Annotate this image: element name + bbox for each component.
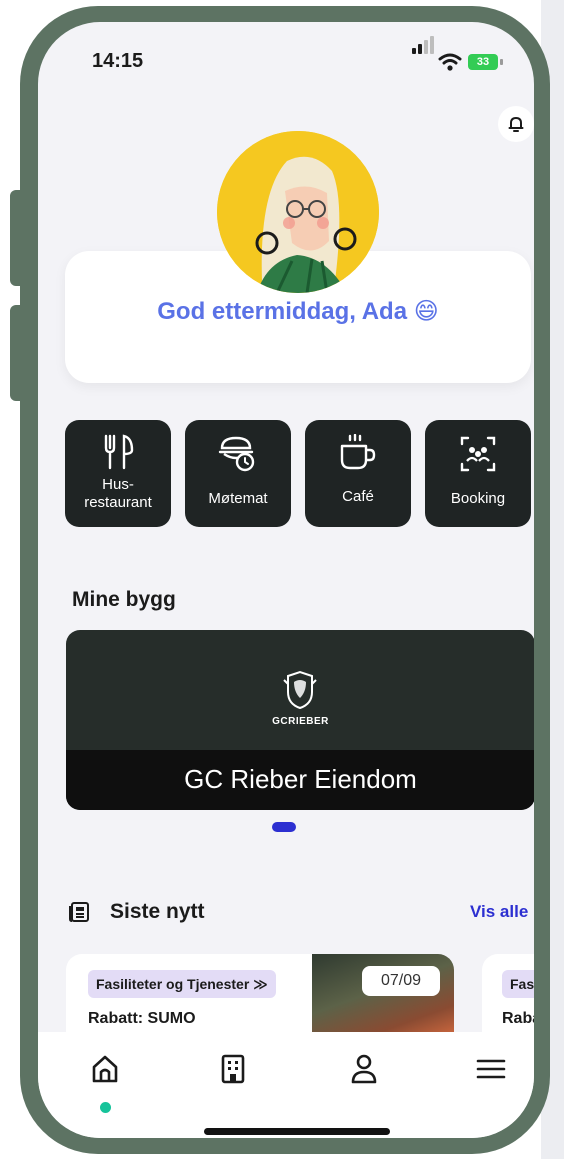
people-scan-icon xyxy=(460,436,496,472)
avatar-illustration xyxy=(217,131,379,293)
active-tab-indicator xyxy=(100,1102,111,1113)
building-logo-text: GCRIEBER xyxy=(272,716,329,727)
gc-rieber-crest-icon xyxy=(283,670,317,710)
news-category-chip: Fasiliteter og Tjenester ≫ xyxy=(88,970,276,998)
building-name: GC Rieber Eiendom xyxy=(184,764,417,794)
battery-cap xyxy=(500,59,503,65)
home-indicator[interactable] xyxy=(204,1128,390,1135)
status-icons: 33 xyxy=(412,36,522,74)
tile-motemat[interactable]: Møtemat xyxy=(185,420,291,527)
wifi-icon xyxy=(438,53,462,71)
newspaper-icon xyxy=(69,902,89,922)
news-category-chip: Fasilit xyxy=(502,970,534,998)
tile-cafe[interactable]: Café xyxy=(305,420,411,527)
building-icon[interactable] xyxy=(220,1054,246,1084)
news-date: 07/09 xyxy=(362,966,440,996)
bell-icon xyxy=(508,117,524,132)
catering-clock-icon xyxy=(218,436,255,472)
tile-husrestaurant[interactable]: Hus- restaurant xyxy=(65,420,171,527)
battery-icon: 33 xyxy=(468,54,498,70)
carousel-indicator[interactable] xyxy=(272,822,296,832)
section-title-news: Siste nytt xyxy=(110,900,205,923)
building-card[interactable]: GCRIEBER GC Rieber Eiendom xyxy=(66,630,534,810)
tile-label-motemat: Møtemat xyxy=(208,490,268,507)
phone-frame: 14:15 33 God ettermiddag, Ada 😄 Hus- res… xyxy=(20,6,550,1154)
app-screen: 14:15 33 God ettermiddag, Ada 😄 Hus- res… xyxy=(38,22,534,1138)
building-name-bar: GC Rieber Eiendom xyxy=(66,750,534,810)
bottom-navigation xyxy=(38,1032,534,1138)
fork-knife-icon xyxy=(104,434,134,470)
news-title: Rabat xyxy=(502,1010,534,1027)
see-all-link[interactable]: Vis alle xyxy=(470,902,528,922)
quick-actions-row: Hus- restaurant Møtemat Café Booking xyxy=(65,420,534,528)
menu-icon[interactable] xyxy=(476,1054,506,1084)
tile-booking[interactable]: Booking xyxy=(425,420,531,527)
notifications-button[interactable] xyxy=(498,106,534,142)
section-title-buildings: Mine bygg xyxy=(72,588,176,611)
avatar[interactable] xyxy=(217,131,379,293)
greeting-text: God ettermiddag, Ada 😄 xyxy=(157,298,439,325)
tile-label-booking: Booking xyxy=(450,490,506,507)
coffee-cup-icon xyxy=(340,434,376,470)
tile-label-cafe: Café xyxy=(342,488,374,505)
profile-icon[interactable] xyxy=(350,1054,378,1084)
status-time: 14:15 xyxy=(92,50,144,72)
home-icon[interactable] xyxy=(90,1054,120,1084)
news-title: Rabatt: SUMO xyxy=(88,1010,196,1027)
tile-label-husrestaurant: Hus- restaurant xyxy=(84,476,152,511)
